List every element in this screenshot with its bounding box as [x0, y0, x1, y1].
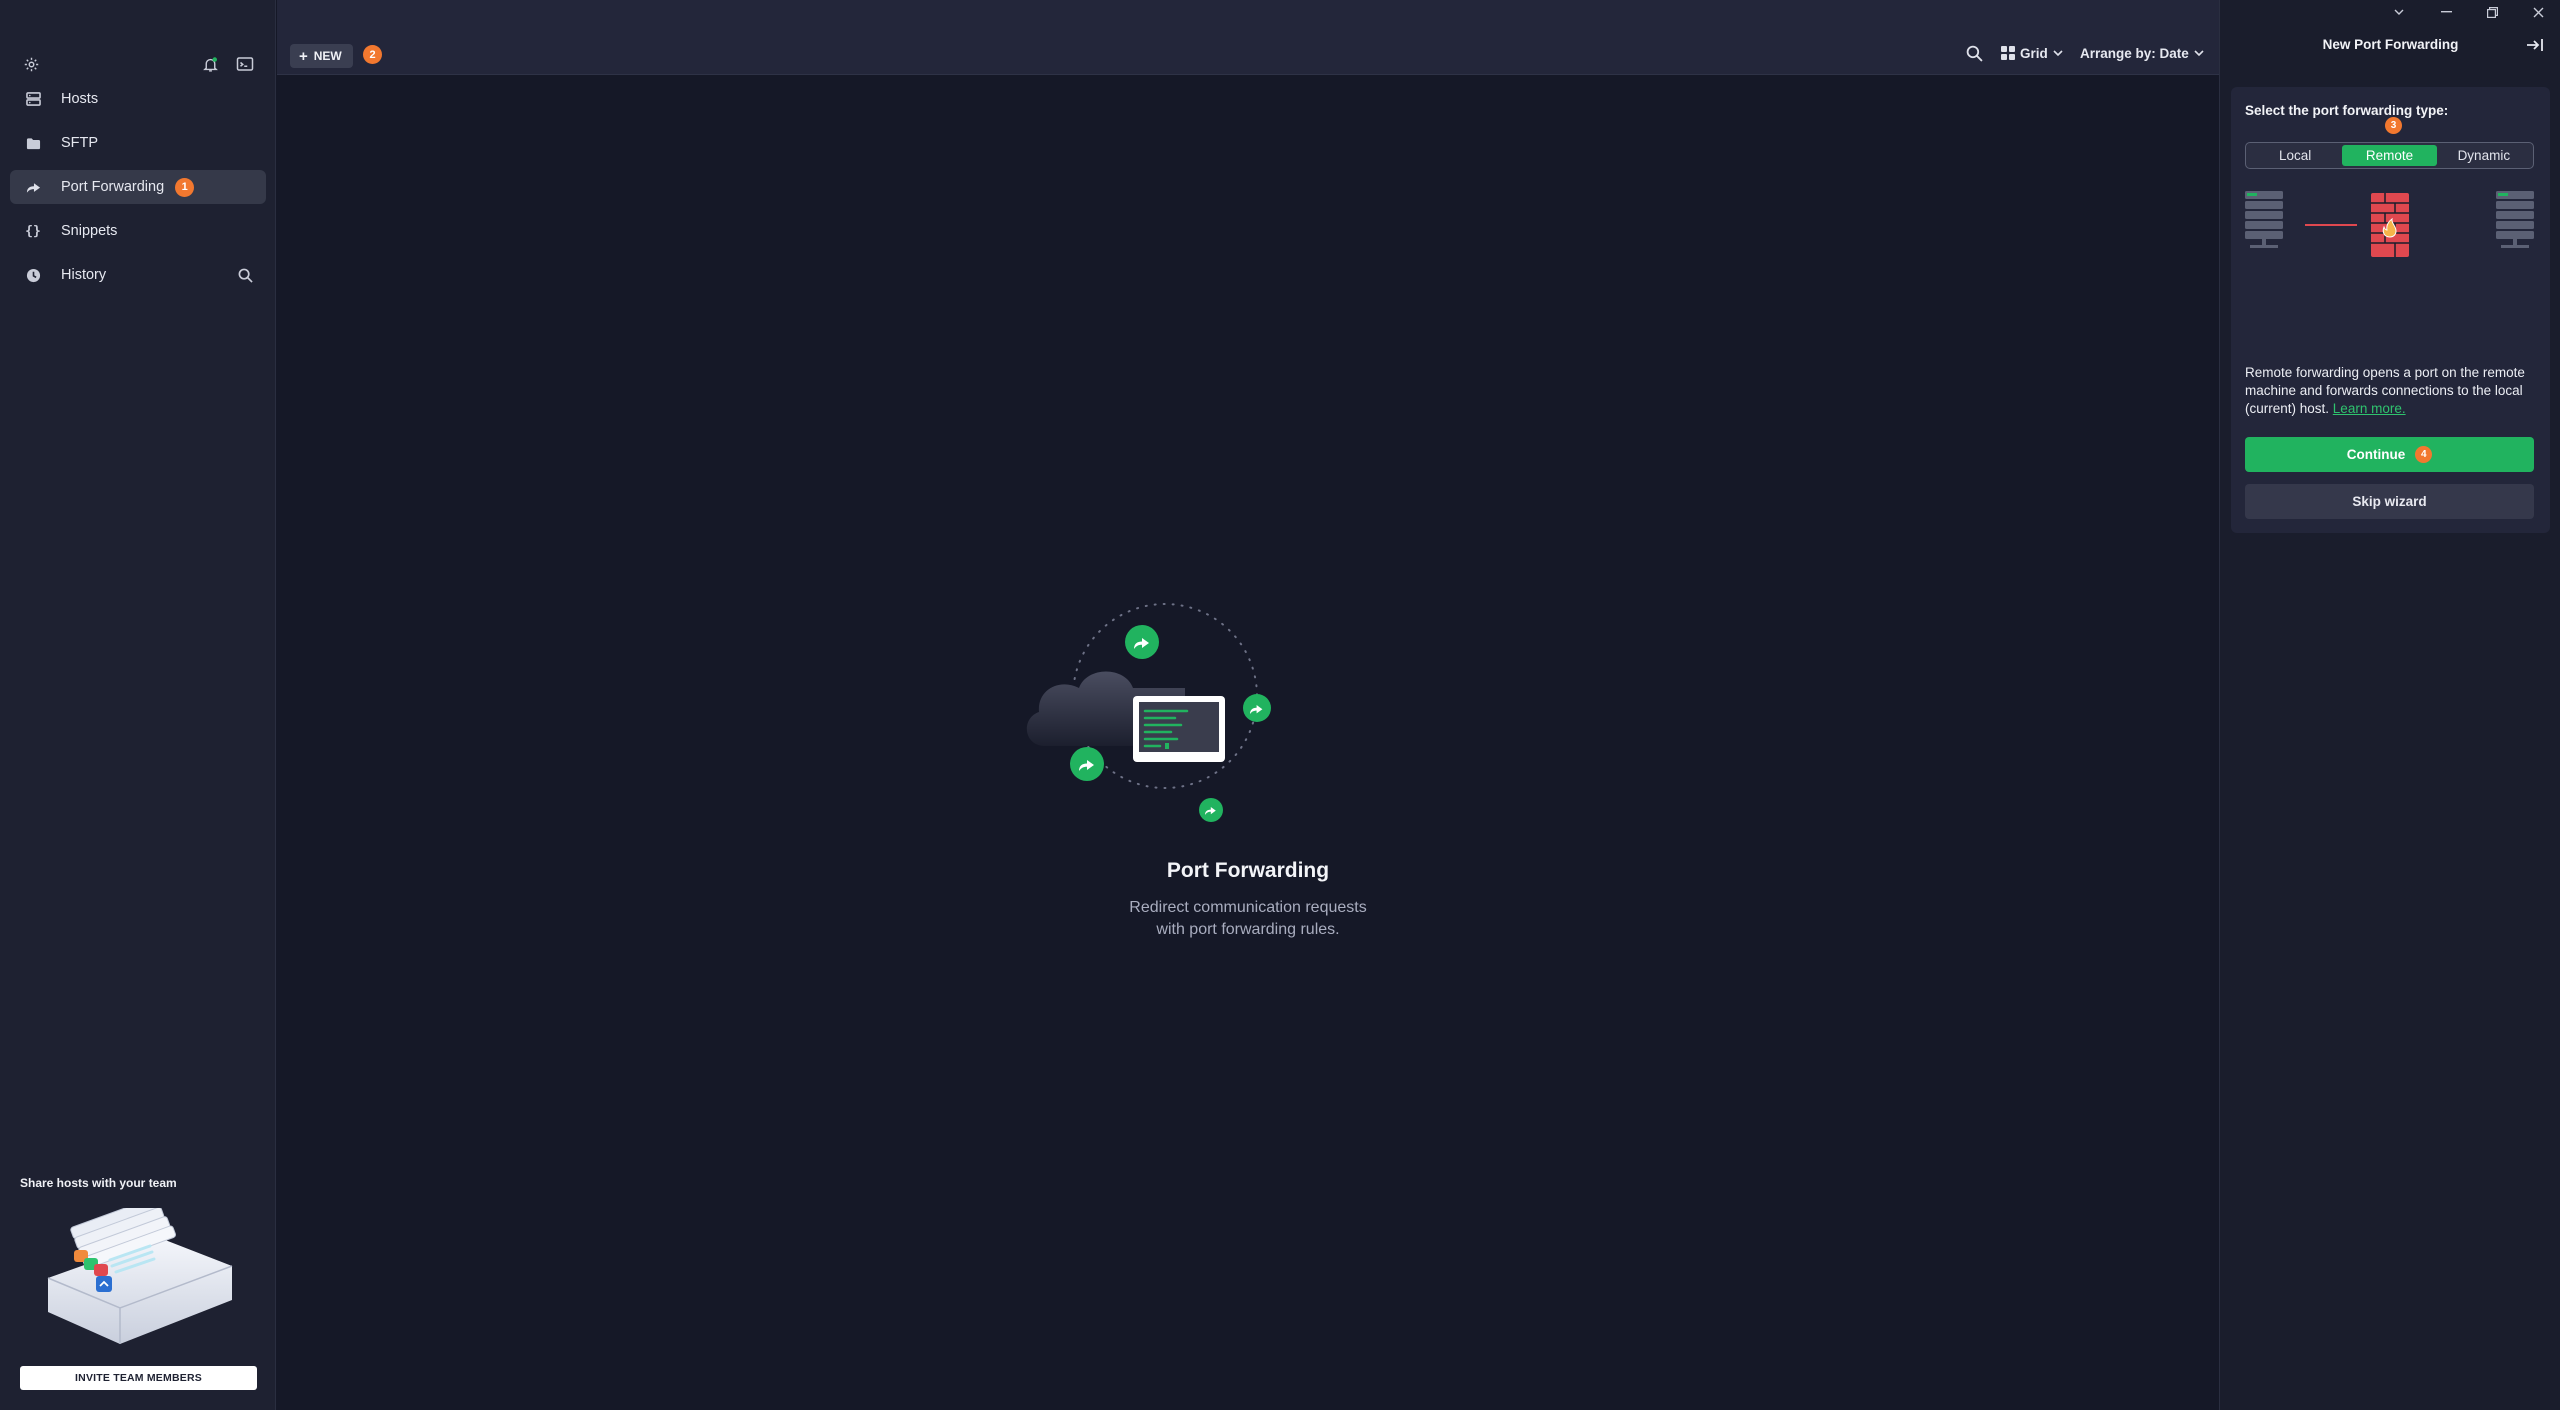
arrange-label: Arrange by: Date	[2080, 45, 2189, 61]
sidebar-item-label: Snippets	[61, 223, 118, 239]
empty-state-subtitle-line: with port forwarding rules.	[1156, 921, 1340, 938]
forward-bubble	[1199, 798, 1223, 822]
skip-wizard-button[interactable]: Skip wizard	[2245, 484, 2534, 519]
share-hosts-title: Share hosts with your team	[20, 1176, 177, 1190]
continue-step-badge: 4	[2415, 446, 2433, 463]
sidebar-item-port-forwarding[interactable]: Port Forwarding 1	[10, 170, 266, 204]
folder-icon	[24, 134, 42, 152]
port-forwarding-wizard: Select the port forwarding type: 3 Local…	[2231, 87, 2550, 533]
server-icon	[2496, 191, 2534, 248]
step-badge: 3	[2385, 117, 2402, 134]
team-vault-illustration	[47, 1208, 233, 1344]
arrange-by-dropdown[interactable]: Arrange by: Date	[2080, 43, 2204, 63]
port-forwarding-badge: 1	[175, 177, 195, 197]
new-button-label: NEW	[313, 49, 342, 63]
plus-icon: +	[299, 47, 308, 65]
terminal-icon[interactable]	[231, 50, 259, 78]
close-window-icon[interactable]	[2520, 0, 2556, 24]
forward-bubble	[1243, 694, 1271, 722]
view-mode-dropdown[interactable]: Grid	[2001, 43, 2063, 63]
sidebar-item-label: History	[61, 267, 107, 283]
main-content: Port Forwarding Redirect communication r…	[277, 76, 2219, 1410]
new-step-badge: 2	[363, 45, 382, 64]
sidebar-item-history[interactable]: History	[10, 258, 266, 292]
forward-bubble	[1125, 625, 1159, 659]
empty-state-title: Port Forwarding	[1166, 859, 1330, 882]
forwarding-type-selector: Local Remote Dynamic	[2245, 142, 2534, 169]
forward-arrow-icon	[24, 178, 42, 196]
sidebar-item-snippets[interactable]: {} Snippets	[10, 214, 266, 248]
continue-button[interactable]: Continue 4	[2245, 437, 2534, 472]
sidebar-item-label: Port Forwarding	[61, 179, 165, 195]
continue-label: Continue	[2346, 447, 2406, 462]
port-forwarding-illustration	[1026, 603, 1271, 822]
sidebar-nav: Hosts SFTP Port Forwarding 1 {} Snippets	[10, 82, 266, 302]
collapse-panel-icon[interactable]	[2523, 33, 2547, 57]
invite-team-members-button[interactable]: INVITE TEAM MEMBERS	[20, 1366, 257, 1390]
learn-more-link[interactable]: Learn more.	[2333, 401, 2406, 416]
empty-state-subtitle-line: Redirect communication requests	[1129, 899, 1367, 916]
new-port-forwarding-panel: New Port Forwarding Select the port forw…	[2219, 0, 2560, 1410]
chevron-down-icon	[2194, 49, 2204, 56]
hosts-icon	[24, 90, 42, 108]
empty-state-subtitle: Redirect communication requests with por…	[277, 897, 2219, 941]
remote-forwarding-diagram	[2245, 191, 2534, 257]
settings-gear-icon[interactable]	[17, 50, 45, 78]
braces-icon: {}	[25, 223, 41, 239]
type-remote-button[interactable]: Remote	[2342, 145, 2437, 166]
minimize-icon[interactable]	[2428, 0, 2464, 24]
app-window: Hosts SFTP Port Forwarding 1 {} Snippets	[0, 0, 2560, 1410]
forward-bubble	[1070, 747, 1104, 781]
new-button[interactable]: + NEW	[290, 44, 353, 68]
firewall-icon	[2371, 193, 2409, 257]
chevron-down-icon	[2053, 49, 2063, 56]
forwarding-description: Remote forwarding opens a port on the re…	[2245, 364, 2541, 418]
restore-icon[interactable]	[2474, 0, 2510, 24]
view-mode-label: Grid	[2020, 45, 2048, 61]
panel-title: New Port Forwarding	[2322, 37, 2459, 52]
sidebar: Hosts SFTP Port Forwarding 1 {} Snippets	[0, 0, 276, 1410]
sidebar-item-sftp[interactable]: SFTP	[10, 126, 266, 160]
window-dropdown-icon[interactable]	[2381, 0, 2417, 24]
notification-bell-icon[interactable]	[196, 50, 224, 78]
sidebar-toolbar	[0, 50, 276, 78]
select-type-label: Select the port forwarding type:	[2245, 103, 2449, 118]
server-icon	[2245, 191, 2283, 248]
sidebar-item-hosts[interactable]: Hosts	[10, 82, 266, 116]
sidebar-item-label: SFTP	[61, 135, 99, 151]
sidebar-item-label: Hosts	[61, 91, 99, 107]
history-search-icon[interactable]	[236, 266, 254, 284]
type-local-button[interactable]: Local	[2248, 145, 2342, 166]
type-dynamic-button[interactable]: Dynamic	[2437, 145, 2531, 166]
clock-icon	[24, 266, 42, 284]
search-icon[interactable]	[1963, 42, 1985, 64]
grid-icon	[2001, 46, 2015, 60]
top-toolbar: + NEW 2 Grid Arrange by: Date	[277, 0, 2219, 75]
